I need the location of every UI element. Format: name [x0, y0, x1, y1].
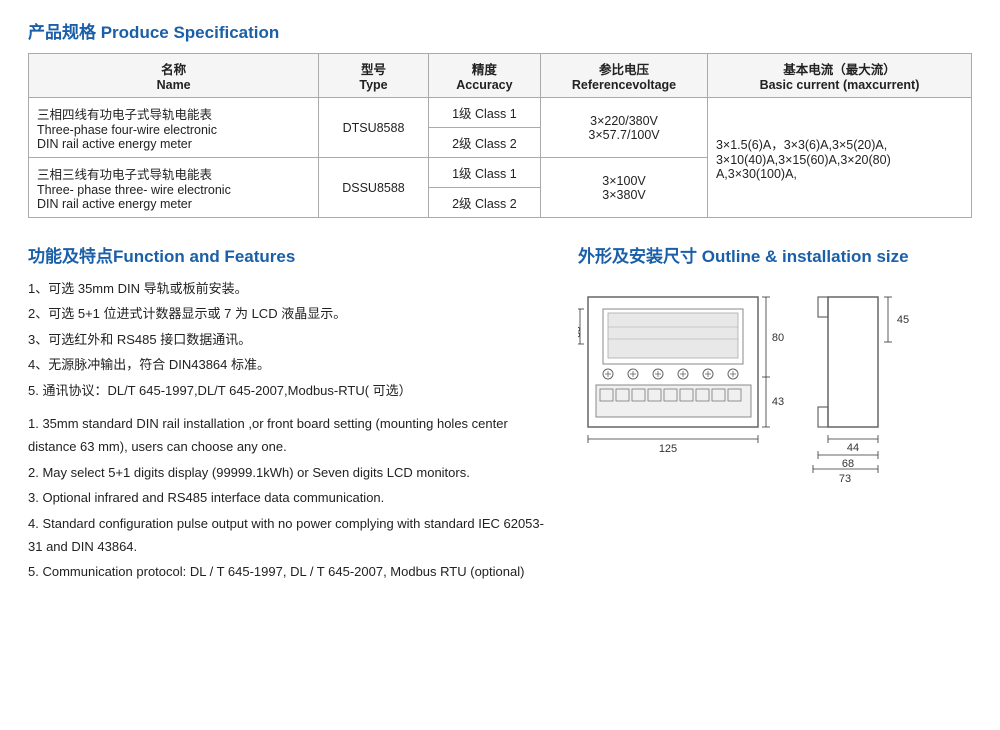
svg-text:43: 43 — [772, 396, 784, 408]
svg-text:125: 125 — [659, 443, 677, 455]
voltage-2: 3×100V3×380V — [541, 158, 708, 218]
feature-cn-4: 4、无源脉冲输出，符合 DIN43864 标准。 — [28, 353, 558, 376]
product-type-1: DTSU8588 — [319, 98, 429, 158]
feature-en-1: 1. 35mm standard DIN rail installation ,… — [28, 412, 558, 459]
feature-cn-2: 2、可选 5+1 位进式计数器显示或 7 为 LCD 液晶显示。 — [28, 302, 558, 325]
features-title: 功能及特点Function and Features — [28, 242, 558, 267]
accuracy-1-2: 2级 Class 2 — [428, 128, 540, 158]
product-spec-title: 产品规格 Produce Specification — [28, 18, 972, 43]
svg-text:44: 44 — [847, 442, 859, 454]
voltage-1: 3×220/380V3×57.7/100V — [541, 98, 708, 158]
feature-en-5: 5. Communication protocol: DL / T 645-19… — [28, 560, 558, 583]
svg-text:35: 35 — [578, 326, 583, 338]
svg-text:45: 45 — [897, 314, 909, 326]
svg-text:68: 68 — [842, 458, 854, 470]
current-all: 3×1.5(6)A，3×3(6)A,3×5(20)A, 3×10(40)A,3×… — [707, 98, 971, 218]
outline-column: 外形及安装尺寸 Outline & installation size — [578, 242, 972, 586]
outline-title: 外形及安装尺寸 Outline & installation size — [578, 242, 972, 267]
accuracy-2-1: 1级 Class 1 — [428, 158, 540, 188]
product-spec-section: 产品规格 Produce Specification 名称Name 型号Type… — [28, 18, 972, 218]
features-column: 功能及特点Function and Features 1、可选 35mm DIN… — [28, 242, 558, 586]
accuracy-1-1: 1级 Class 1 — [428, 98, 540, 128]
feature-en-4: 4. Standard configuration pulse output w… — [28, 512, 558, 559]
feature-en-3: 3. Optional infrared and RS485 interface… — [28, 486, 558, 509]
col-header-current: 基本电流（最大流）Basic current (maxcurrent) — [707, 54, 971, 98]
table-row: 三相四线有功电子式导轨电能表 Three-phase four-wire ele… — [29, 98, 972, 128]
feature-en-2: 2. May select 5+1 digits display (99999.… — [28, 461, 558, 484]
col-header-voltage: 参比电压Referencevoltage — [541, 54, 708, 98]
feature-cn-5: 5. 通讯协议：DL/T 645-1997,DL/T 645-2007,Modb… — [28, 379, 558, 402]
spec-table: 名称Name 型号Type 精度Accuracy 参比电压Referencevo… — [28, 53, 972, 218]
bottom-section: 功能及特点Function and Features 1、可选 35mm DIN… — [28, 242, 972, 586]
feature-cn-1: 1、可选 35mm DIN 导轨或板前安装。 — [28, 277, 558, 300]
col-header-name: 名称Name — [29, 54, 319, 98]
side-diagram: 44 68 73 45 — [808, 277, 938, 487]
front-diagram: 125 80 43 35 — [578, 277, 788, 487]
diagram-container: 125 80 43 35 — [578, 277, 972, 487]
accuracy-2-2: 2级 Class 2 — [428, 188, 540, 218]
col-header-type: 型号Type — [319, 54, 429, 98]
svg-text:80: 80 — [772, 332, 784, 344]
features-list: 1、可选 35mm DIN 导轨或板前安装。 2、可选 5+1 位进式计数器显示… — [28, 277, 558, 584]
feature-cn-3: 3、可选红外和 RS485 接口数据通讯。 — [28, 328, 558, 351]
product-type-2: DSSU8588 — [319, 158, 429, 218]
col-header-accuracy: 精度Accuracy — [428, 54, 540, 98]
product-name-1: 三相四线有功电子式导轨电能表 Three-phase four-wire ele… — [29, 98, 319, 158]
product-name-2: 三相三线有功电子式导轨电能表 Three- phase three- wire … — [29, 158, 319, 218]
svg-text:73: 73 — [839, 473, 851, 485]
